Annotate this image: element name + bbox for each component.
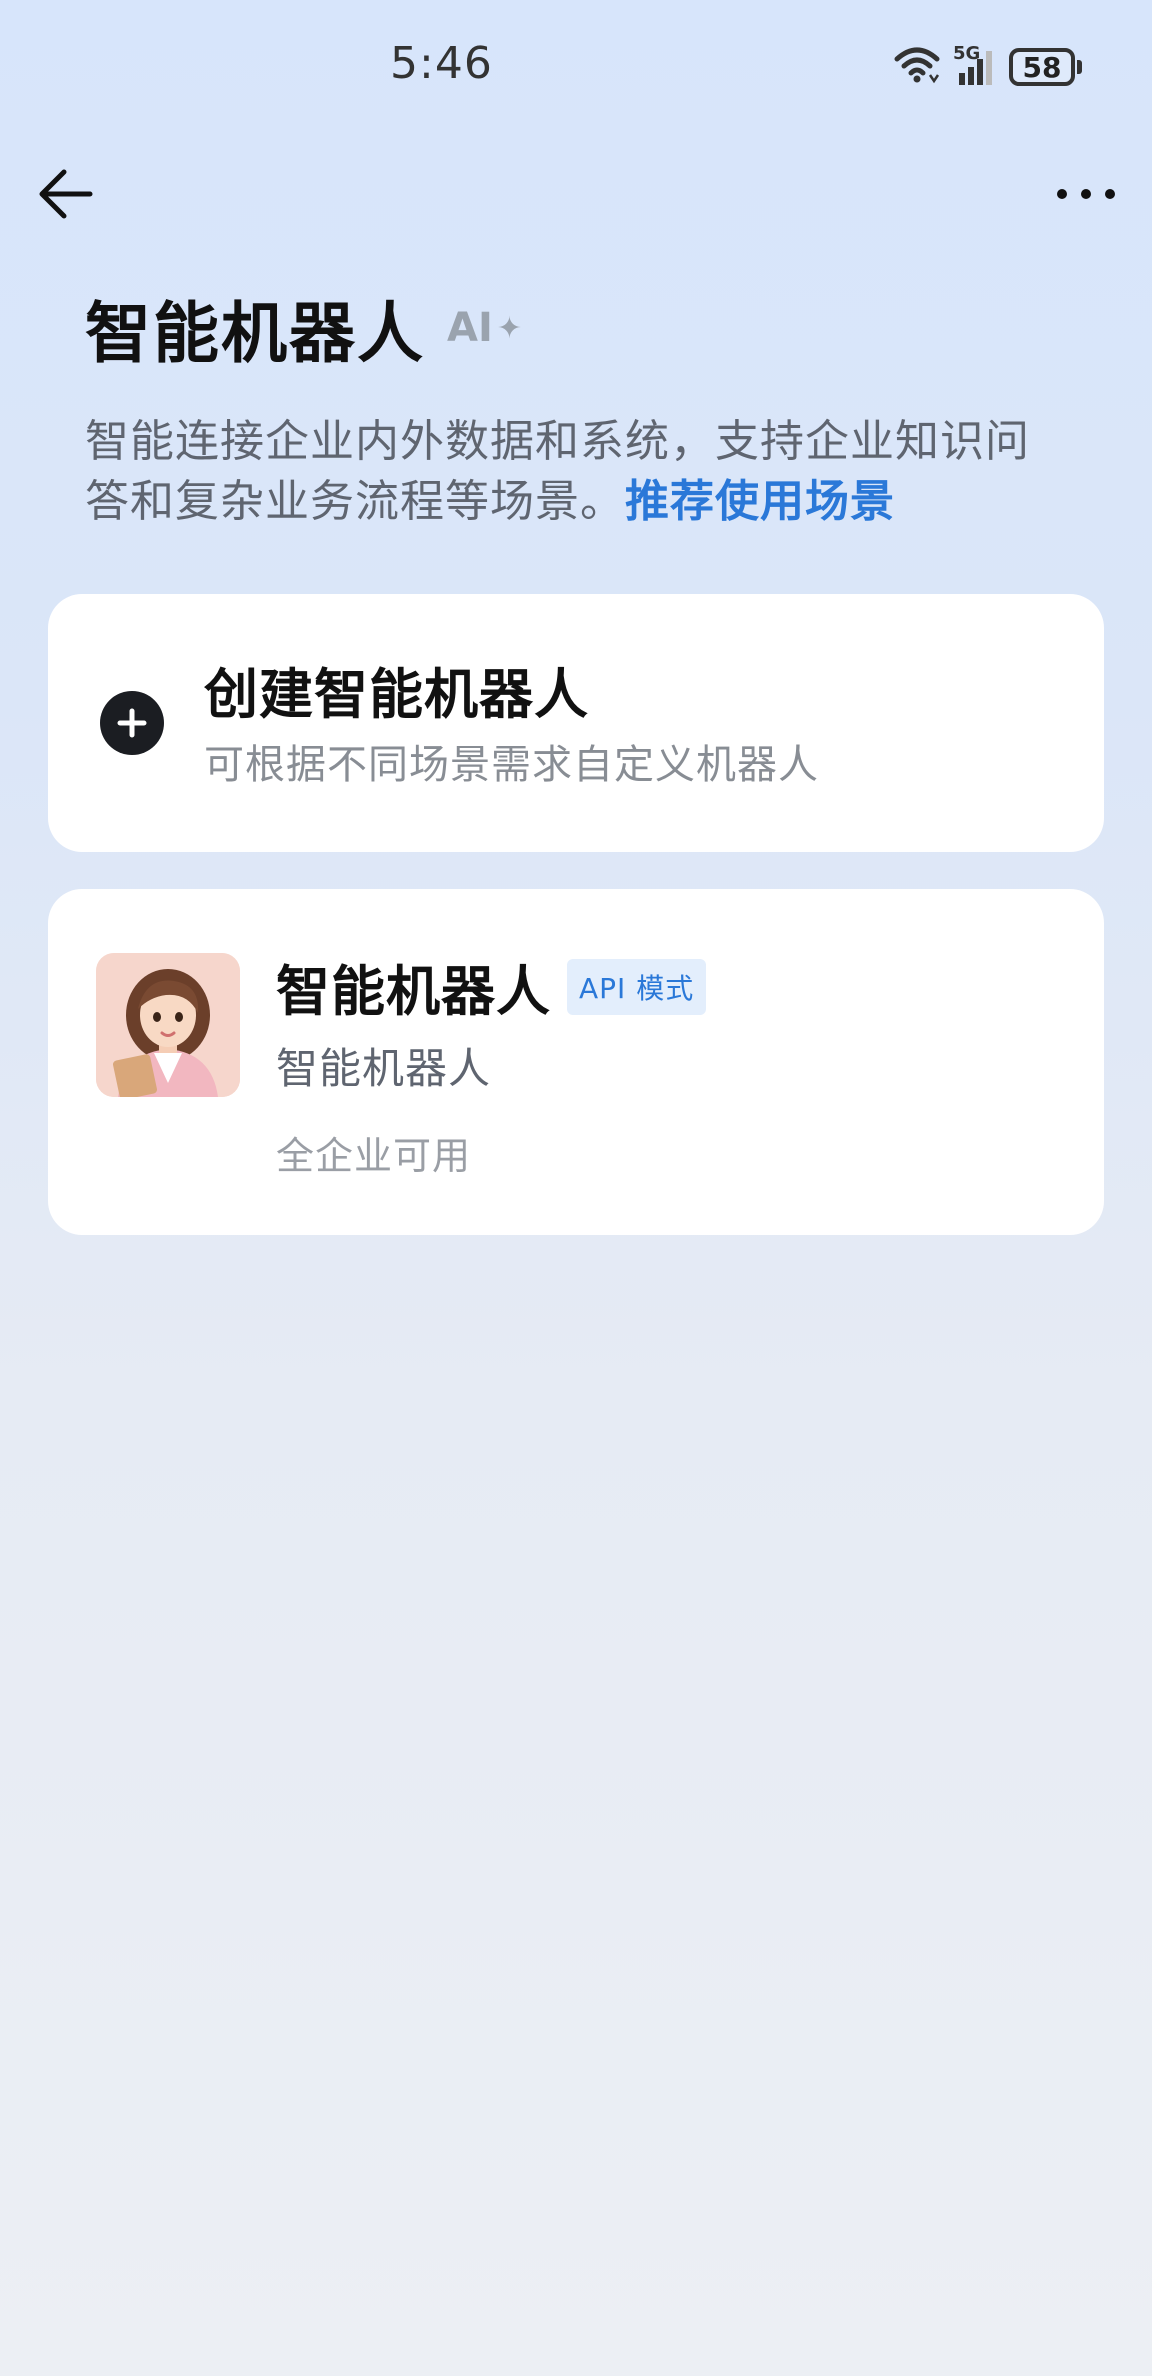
page-title: 智能机器人 bbox=[85, 295, 425, 372]
ai-badge-label: AI bbox=[447, 305, 493, 351]
bot-name-row: 智能机器人 API 模式 bbox=[276, 947, 707, 1026]
status-icons: 5G 58 bbox=[893, 42, 1082, 92]
network-label: 5G bbox=[953, 43, 981, 64]
signal-icon: 5G bbox=[951, 43, 999, 87]
title-row: 智能机器人 AI ✦ bbox=[85, 280, 1065, 376]
wifi-icon bbox=[893, 45, 941, 89]
bot-avatar bbox=[96, 953, 240, 1097]
bot-scope: 全企业可用 bbox=[276, 1134, 472, 1178]
create-bot-subtitle: 可根据不同场景需求自定义机器人 bbox=[204, 742, 819, 788]
status-bar: 5:46 5G 58 bbox=[0, 0, 1152, 130]
bot-card[interactable]: 智能机器人 API 模式 智能机器人 全企业可用 bbox=[48, 889, 1104, 1235]
page-header: 智能机器人 AI ✦ 智能连接企业内外数据和系统，支持企业知识问答和复杂业务流程… bbox=[85, 280, 1065, 532]
battery-icon: 58 bbox=[1009, 48, 1082, 86]
more-button[interactable] bbox=[1050, 165, 1122, 225]
bot-name: 智能机器人 bbox=[276, 960, 551, 1023]
create-bot-card[interactable]: 创建智能机器人 可根据不同场景需求自定义机器人 bbox=[48, 594, 1104, 852]
battery-level: 58 bbox=[1009, 48, 1075, 86]
page-description: 智能连接企业内外数据和系统，支持企业知识问答和复杂业务流程等场景。推荐使用场景 bbox=[85, 412, 1065, 532]
more-horizontal-icon bbox=[1056, 186, 1116, 205]
bot-description: 智能机器人 bbox=[276, 1044, 492, 1093]
back-button[interactable] bbox=[30, 160, 102, 232]
recommended-scenarios-link[interactable]: 推荐使用场景 bbox=[625, 476, 895, 527]
create-bot-title: 创建智能机器人 bbox=[204, 663, 589, 726]
arrow-left-icon bbox=[36, 166, 96, 226]
api-mode-badge: API 模式 bbox=[567, 958, 707, 1015]
ai-badge: AI ✦ bbox=[447, 305, 522, 351]
sparkle-icon: ✦ bbox=[496, 310, 522, 346]
status-time: 5:46 bbox=[390, 38, 493, 89]
plus-circle-icon bbox=[100, 691, 164, 755]
